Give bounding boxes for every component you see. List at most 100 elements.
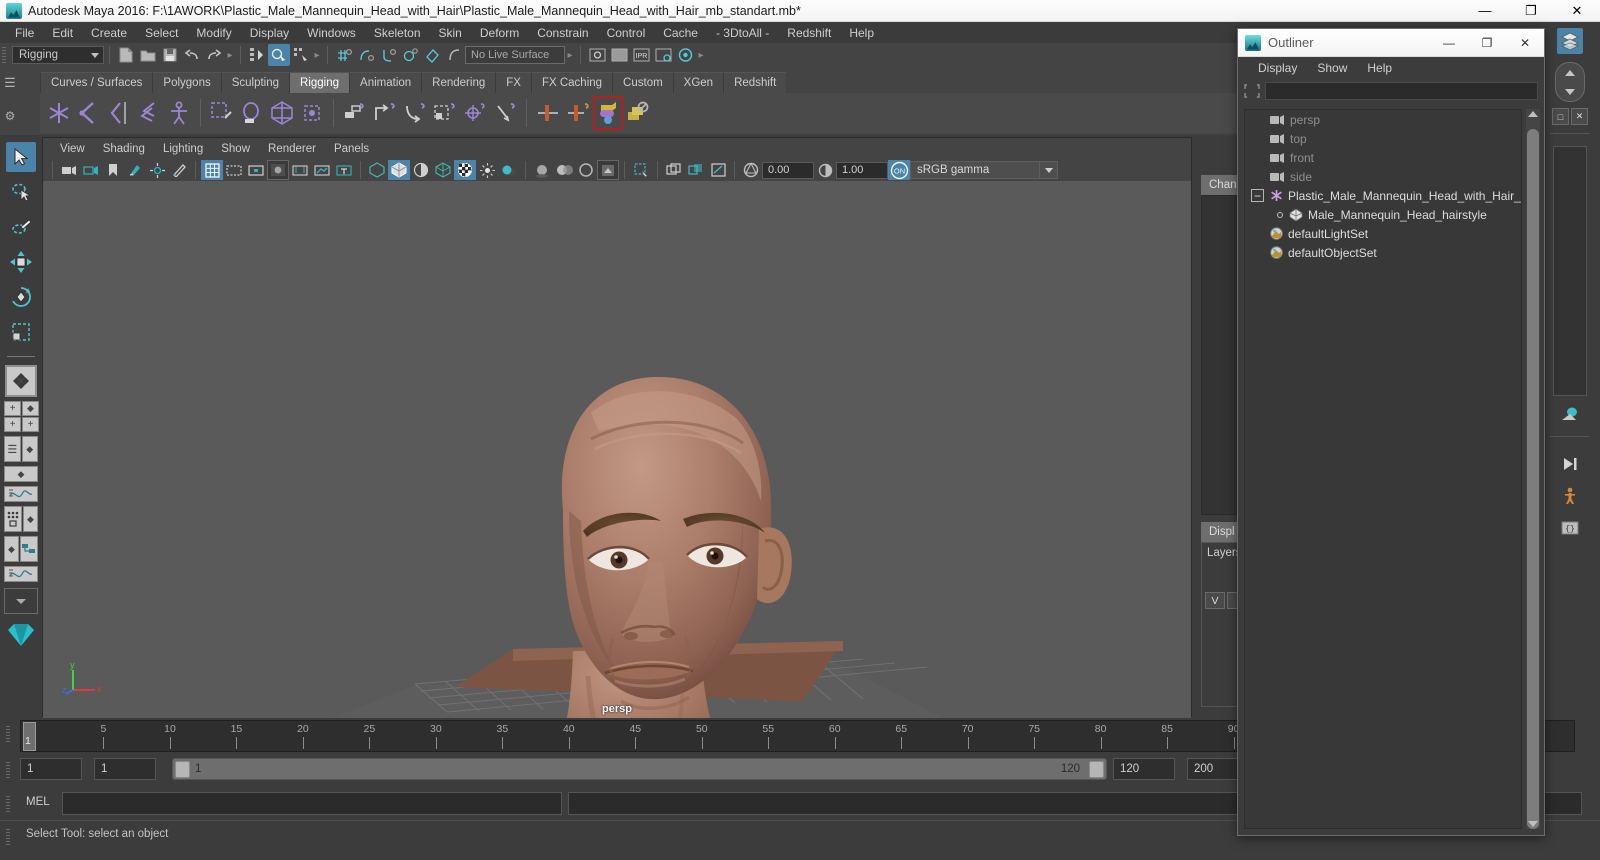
render-settings-button[interactable] xyxy=(652,44,674,66)
statusline-collapse-1[interactable]: ▸ xyxy=(225,46,235,64)
smooth-shading-icon[interactable] xyxy=(388,160,410,180)
character-set-icon[interactable] xyxy=(1557,483,1583,509)
outliner-scroll-thumb[interactable] xyxy=(1527,129,1539,829)
new-scene-button[interactable] xyxy=(115,44,137,66)
smooth-bind-icon[interactable] xyxy=(563,96,593,130)
outliner-scrollbar[interactable] xyxy=(1526,109,1540,829)
shelf-tab-xgen[interactable]: XGen xyxy=(672,72,724,93)
insert-joint-icon[interactable] xyxy=(74,96,104,130)
layout-persp-alt-button[interactable]: ◆ xyxy=(23,506,38,532)
selection-filter-icon[interactable] xyxy=(1244,83,1260,99)
viewport-menu-shading[interactable]: Shading xyxy=(94,141,154,157)
outliner-row[interactable]: defaultObjectSet xyxy=(1245,243,1521,262)
maximize-button[interactable]: ❐ xyxy=(1508,0,1554,22)
redo-render-button[interactable] xyxy=(608,44,630,66)
motion-blur-icon[interactable] xyxy=(553,160,575,180)
scale-constraint-icon[interactable] xyxy=(430,96,460,130)
film-gate-icon[interactable] xyxy=(223,160,245,180)
outliner-row[interactable]: top xyxy=(1245,129,1521,148)
menu-deform[interactable]: Deform xyxy=(471,24,528,42)
select-by-hierarchy-button[interactable] xyxy=(246,44,268,66)
anim-start-field[interactable]: 1 xyxy=(94,758,156,780)
statusline-collapse-4[interactable]: ▸ xyxy=(696,46,706,64)
command-input-field[interactable] xyxy=(62,792,562,815)
statusline-collapse-2[interactable]: ▸ xyxy=(312,46,322,64)
open-scene-button[interactable] xyxy=(137,44,159,66)
attribute-spinner-control[interactable] xyxy=(1555,62,1585,102)
snap-to-grid-button[interactable] xyxy=(333,44,355,66)
material-sphere-icon[interactable] xyxy=(1557,402,1583,428)
rotate-tool-button[interactable] xyxy=(6,282,36,312)
nurbs-to-poly-icon[interactable] xyxy=(533,96,563,130)
viewport-menu-show[interactable]: Show xyxy=(212,141,259,157)
shelf-options-button[interactable]: ⚙ xyxy=(5,109,16,123)
viewport-menu-view[interactable]: View xyxy=(51,141,94,157)
select-by-object-button[interactable] xyxy=(268,44,290,66)
camera-attributes-icon[interactable] xyxy=(80,160,102,180)
shelf-tab-custom[interactable]: Custom xyxy=(612,72,673,93)
menu-windows[interactable]: Windows xyxy=(298,24,365,42)
layers-stack-icon[interactable] xyxy=(1557,28,1583,54)
text-overlay-icon[interactable] xyxy=(333,160,355,180)
make-live-button[interactable] xyxy=(443,44,465,66)
outliner-row[interactable]: persp xyxy=(1245,110,1521,129)
exposure-icon[interactable] xyxy=(311,160,333,180)
gate-mask-icon[interactable] xyxy=(267,160,289,180)
close-button[interactable]: ✕ xyxy=(1554,0,1600,22)
range-slider-bar[interactable]: 1 120 xyxy=(172,758,1107,780)
rangeslider-grip[interactable] xyxy=(4,758,12,780)
minimize-button[interactable]: — xyxy=(1462,0,1508,22)
statusline-grip[interactable] xyxy=(0,43,8,67)
layout-graph-editor-button[interactable] xyxy=(4,486,38,502)
viewport-menu-panels[interactable]: Panels xyxy=(325,141,378,157)
outliner-menu-display[interactable]: Display xyxy=(1248,59,1307,77)
snap-to-projected-center-button[interactable] xyxy=(399,44,421,66)
menu-skin[interactable]: Skin xyxy=(430,24,471,42)
lattice-deformer-icon[interactable] xyxy=(267,96,297,130)
outliner-menu-help[interactable]: Help xyxy=(1357,59,1402,77)
move-tool-button[interactable] xyxy=(6,247,36,277)
ik-handle-icon[interactable] xyxy=(134,96,164,130)
menu-cache[interactable]: Cache xyxy=(654,24,707,42)
color-management-toggle[interactable]: ON xyxy=(888,160,910,180)
range-end-handle[interactable] xyxy=(1089,761,1104,778)
menu-create[interactable]: Create xyxy=(82,24,136,42)
pole-vector-constraint-icon[interactable] xyxy=(490,96,520,130)
range-start-handle[interactable] xyxy=(175,761,190,778)
gamma-field[interactable]: 1.00 xyxy=(836,161,888,179)
menu-constrain[interactable]: Constrain xyxy=(528,24,597,42)
mirror-joint-icon[interactable] xyxy=(104,96,134,130)
exposure-field[interactable]: 0.00 xyxy=(762,161,814,179)
select-by-component-button[interactable] xyxy=(290,44,312,66)
snap-to-view-planes-button[interactable] xyxy=(421,44,443,66)
shelf-tab-rigging[interactable]: Rigging xyxy=(289,72,350,93)
outliner-search-field[interactable] xyxy=(1265,82,1538,100)
expression-editor-icon[interactable]: {} xyxy=(1557,515,1583,541)
layout-outliner-persp-button[interactable]: ☰ xyxy=(4,436,21,462)
chevron-down-icon[interactable] xyxy=(1040,161,1058,179)
outliner-close-button[interactable]: ✕ xyxy=(1506,29,1544,57)
undo-button[interactable] xyxy=(181,44,203,66)
playback-end-icon[interactable] xyxy=(1557,451,1583,477)
ipr-render-button[interactable]: IPR xyxy=(630,44,652,66)
menu-set-selector[interactable]: Rigging xyxy=(12,46,104,64)
bookmark-icon[interactable] xyxy=(102,160,124,180)
outliner-tree[interactable]: persp top front side − Plastic_Male_Mannequin… xyxy=(1244,109,1522,829)
menu-display[interactable]: Display xyxy=(241,24,298,42)
shelf-tab-animation[interactable]: Animation xyxy=(349,72,422,93)
point-constraint-icon[interactable] xyxy=(370,96,400,130)
gamma-icon[interactable] xyxy=(814,160,836,180)
close-panel-icon[interactable]: ✕ xyxy=(1571,108,1588,125)
select-camera-icon[interactable] xyxy=(58,160,80,180)
layer-visibility-header[interactable]: V xyxy=(1205,592,1225,609)
shelf-tab-fx-caching[interactable]: FX Caching xyxy=(530,72,613,93)
snap-to-curve-button[interactable] xyxy=(355,44,377,66)
shelf-tab-rendering[interactable]: Rendering xyxy=(421,72,496,93)
hypershade-button[interactable] xyxy=(674,44,696,66)
expand-collapse-icon[interactable]: − xyxy=(1251,189,1264,202)
layout-graph-editor-2-button[interactable] xyxy=(4,566,38,582)
layout-hypershade-button[interactable] xyxy=(4,506,22,532)
flat-shading-icon[interactable] xyxy=(410,160,432,180)
shelf-tab-menu-button[interactable]: ☰ xyxy=(4,75,16,91)
shelf-tab-redshift[interactable]: Redshift xyxy=(723,72,787,93)
